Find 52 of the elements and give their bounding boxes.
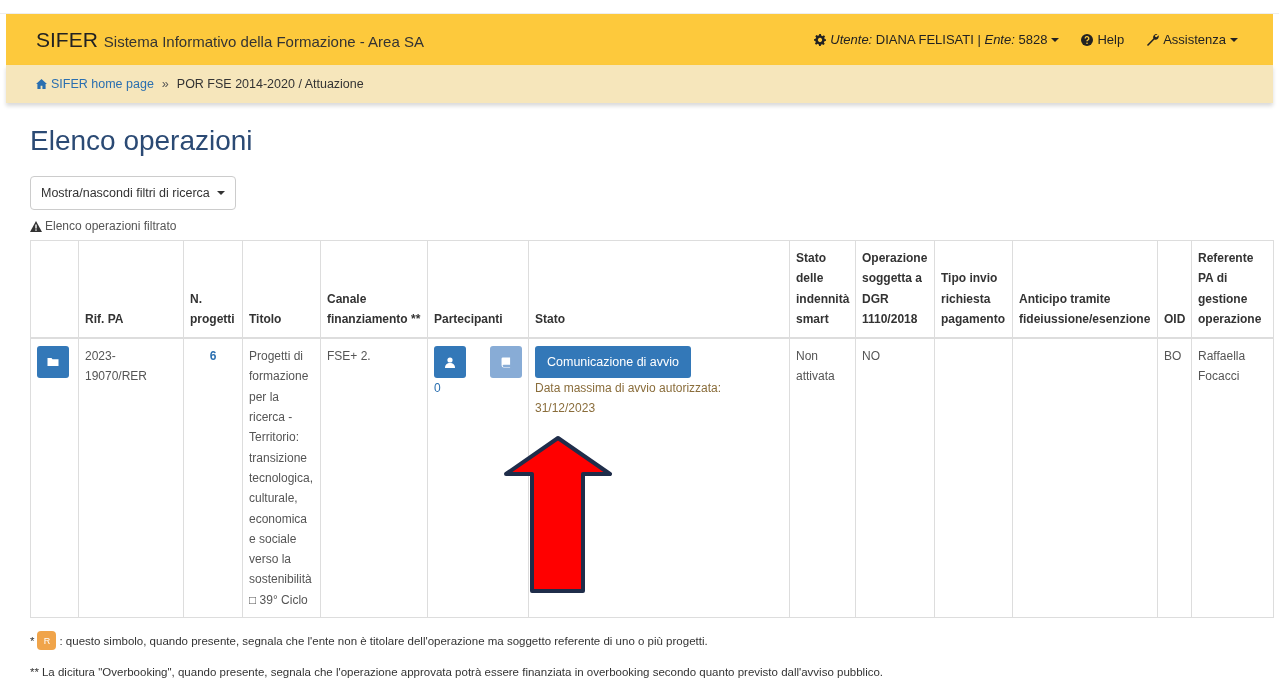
participant-count: 0 (434, 380, 442, 398)
column-header: Titolo (242, 240, 321, 339)
breadcrumb-separator: » (161, 77, 169, 91)
home-icon (36, 79, 47, 89)
column-header: Stato (528, 240, 790, 339)
breadcrumb-current: POR FSE 2014-2020 / Attuazione (176, 77, 364, 91)
help-link[interactable]: Help (1081, 32, 1125, 47)
filter-toggle-button[interactable]: Mostra/nascondi filtri di ricerca (30, 176, 236, 210)
wrench-icon (1146, 33, 1160, 46)
table-cell: NO (855, 338, 935, 618)
folder-icon (47, 357, 59, 368)
page-title: Elenco operazioni (30, 124, 254, 158)
project-count-link[interactable]: 6 (190, 346, 236, 367)
warning-icon (30, 220, 42, 232)
footnote-text: La dicitura "Overbooking", quando presente, segnala che l'operazione approvata potrà essere finanziata in overbooking secondo quanto previsto dall'avviso pubblico. (41, 666, 884, 679)
app-name: SIFER (36, 27, 98, 51)
footnote-mark: ** (30, 666, 39, 679)
table-cell: Non attivata (789, 338, 856, 618)
column-header: Rif. PA (78, 240, 184, 339)
open-folder-button[interactable] (37, 346, 69, 379)
column-header: N. progetti (183, 240, 243, 339)
column-header: Operazione soggetta a DGR 1110/2018 (855, 240, 935, 339)
footnote-mark: * (30, 634, 35, 647)
column-header: Stato delle indennità smart (789, 240, 856, 339)
column-header: Anticipo tramite fideiussione/esenzione (1012, 240, 1158, 339)
footnote-text: : questo simbolo, quando presente, segnala che l'ente non è titolare dell'operazione ma soggetto referente di uno o più progetti. (59, 634, 708, 647)
table-cell: FSE+ 2. (320, 338, 428, 618)
start-deadline-note: Data massima di avvio autorizzata: 31/12/2023 (535, 380, 723, 418)
table-cell: 2023-19070/RER (78, 338, 184, 618)
column-header: OID (1157, 240, 1192, 339)
gear-icon (814, 33, 827, 46)
caret-icon (1051, 37, 1060, 42)
table-cell: Progetti di formazione per la ricerca - Territorio: transizione tecnologica, culturale, economica e sociale verso la sostenibilità □ 39° Ciclo (242, 338, 321, 618)
filter-notice: Elenco operazioni filtrato (45, 219, 177, 233)
app-subtitle: Sistema Informativo della Formazione - Area SA (103, 32, 424, 50)
home-link[interactable]: SIFER home page (36, 77, 154, 91)
question-circle-icon (1081, 33, 1094, 46)
table-cell: Raffaella Focacci (1191, 338, 1274, 618)
column-header: Referente PA di gestione operazione (1191, 240, 1274, 339)
caret-icon (1230, 37, 1238, 42)
assistance-menu[interactable]: Assistenza (1146, 32, 1238, 47)
referent-badge: R (37, 631, 57, 651)
participants-button[interactable] (434, 346, 466, 379)
column-header: Partecipanti (427, 240, 529, 339)
book-icon (501, 356, 511, 368)
person-icon (445, 356, 455, 368)
column-header: Canale finanziamento ** (320, 240, 428, 339)
table-cell: BO (1157, 338, 1192, 618)
user-menu[interactable]: Utente: DIANA FELISATI | Ente: 5828 (814, 32, 1060, 47)
start-notice-button[interactable]: Comunicazione di avvio (535, 346, 691, 379)
caret-icon (216, 191, 225, 195)
column-header: Tipo invio richiesta pagamento (934, 240, 1013, 339)
